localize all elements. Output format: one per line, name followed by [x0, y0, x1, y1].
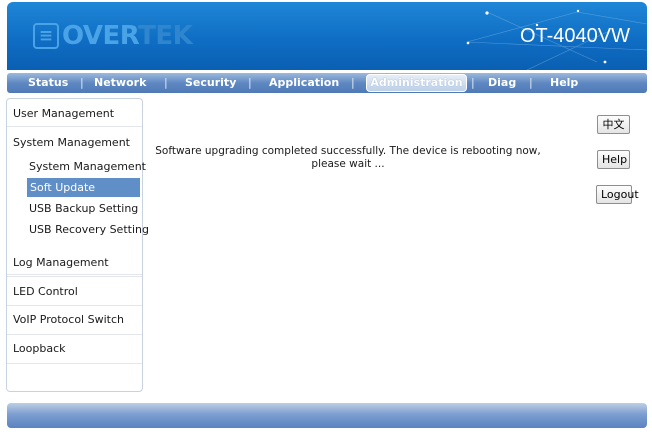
logo-text-part1: OVER — [62, 21, 139, 51]
status-message-line2: please wait ... — [311, 158, 385, 170]
main-nav: Status | Network | Security | Applicatio… — [7, 73, 647, 93]
nav-application[interactable]: Application — [269, 73, 339, 93]
logo-text-part2: TEK — [138, 21, 193, 51]
sidebar-subitem-soft-update[interactable]: Soft Update — [27, 178, 140, 197]
nav-security[interactable]: Security — [185, 73, 236, 93]
nav-separator: | — [351, 76, 355, 89]
nav-separator: | — [529, 76, 533, 89]
sidebar-item-loopback[interactable]: Loopback — [7, 334, 142, 364]
sidebar-item-label: Loopback — [13, 342, 66, 355]
footer-bar — [7, 403, 647, 428]
status-message-line1: Software upgrading completed successfull… — [155, 145, 541, 157]
sidebar-subitem-usb-recovery-setting[interactable]: USB Recovery Setting — [29, 223, 149, 236]
help-button[interactable]: Help — [597, 150, 630, 169]
logo-mark-icon: ≡ — [33, 23, 59, 49]
sidebar-menu: User Management System Management System… — [6, 98, 149, 392]
nav-separator: | — [164, 76, 168, 89]
sidebar-item-label: User Management — [13, 107, 115, 120]
nav-separator: | — [248, 76, 252, 89]
sidebar-item-user-management[interactable]: User Management — [7, 99, 142, 127]
sidebar-item-label: Log Management — [13, 256, 109, 269]
brand-logo: ≡ OVERTEK — [33, 21, 193, 51]
nav-status[interactable]: Status — [28, 73, 68, 93]
sidebar-item-voip-protocol-switch[interactable]: VoIP Protocol Switch — [7, 305, 142, 335]
device-model: OT-4040VW — [519, 25, 630, 47]
sidebar-item-log-management[interactable]: Log Management — [7, 247, 142, 277]
status-message: Software upgrading completed successfull… — [150, 145, 546, 171]
sidebar-item-system-management[interactable]: System Management — [13, 136, 130, 149]
sidebar-item-led-control[interactable]: LED Control — [7, 276, 142, 306]
sidebar-subitem-usb-backup-setting[interactable]: USB Backup Setting — [29, 202, 138, 215]
sidebar-item-label: VoIP Protocol Switch — [13, 313, 124, 326]
sidebar-subitem-system-management[interactable]: System Management — [29, 160, 146, 173]
nav-administration[interactable]: Administration — [366, 74, 467, 92]
nav-separator: | — [471, 76, 475, 89]
nav-diag[interactable]: Diag — [488, 73, 516, 93]
header-banner: ≡ OVERTEK OT-4040VW — [7, 2, 647, 70]
nav-separator: | — [80, 76, 84, 89]
sidebar-item-label: LED Control — [13, 285, 78, 298]
nav-help[interactable]: Help — [550, 73, 578, 93]
logout-button[interactable]: Logout — [596, 185, 639, 204]
language-button[interactable]: 中文 — [597, 115, 630, 134]
sidebar-subitem-label: Soft Update — [30, 181, 96, 194]
logo-wordmark: OVERTEK — [62, 21, 193, 51]
nav-network[interactable]: Network — [94, 73, 146, 93]
